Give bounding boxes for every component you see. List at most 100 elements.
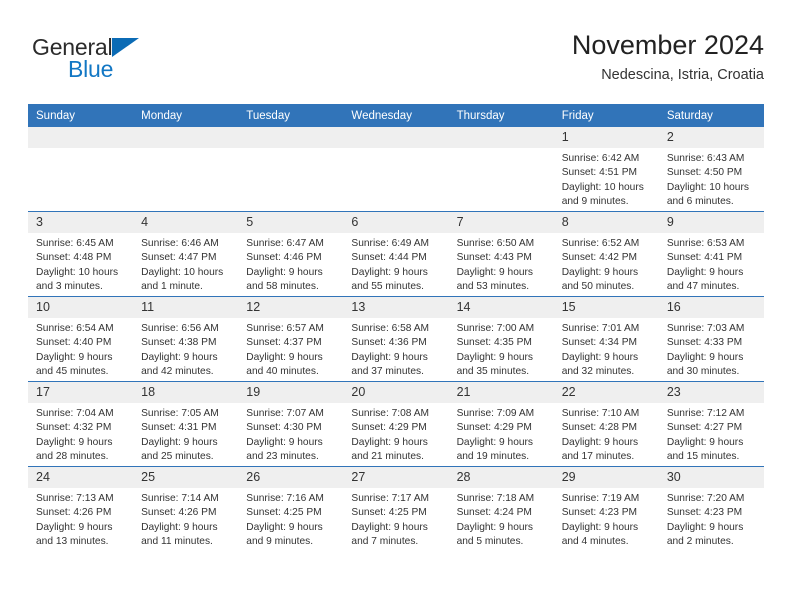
- day-cell[interactable]: 17 Sunrise: 7:04 AM Sunset: 4:32 PM Dayl…: [28, 381, 134, 467]
- day-details: Sunrise: 7:00 AM Sunset: 4:35 PM Dayligh…: [449, 318, 554, 380]
- day-cell[interactable]: 27 Sunrise: 7:17 AM Sunset: 4:25 PM Dayl…: [343, 466, 449, 551]
- sunset-text: Sunset: 4:29 PM: [351, 422, 427, 434]
- daylight-text-line1: Daylight: 10 hours: [666, 181, 749, 193]
- sunrise-text: Sunrise: 7:00 AM: [456, 323, 535, 334]
- daylight-text-line2: and 5 minutes.: [456, 536, 524, 548]
- day-cell[interactable]: 6 Sunrise: 6:49 AM Sunset: 4:44 PM Dayli…: [343, 211, 449, 297]
- day-number: 11: [133, 297, 239, 318]
- day-cell[interactable]: [238, 127, 344, 212]
- day-cell[interactable]: 7 Sunrise: 6:50 AM Sunset: 4:43 PM Dayli…: [448, 211, 554, 297]
- day-number: 26: [238, 467, 344, 488]
- day-number: 8: [553, 212, 659, 233]
- daylight-text-line2: and 25 minutes.: [141, 451, 214, 463]
- day-number: [28, 127, 134, 148]
- day-cell[interactable]: 18 Sunrise: 7:05 AM Sunset: 4:31 PM Dayl…: [133, 381, 239, 467]
- sunrise-text: Sunrise: 7:17 AM: [351, 493, 430, 504]
- day-number: 5: [238, 212, 344, 233]
- daylight-text-line2: and 32 minutes.: [561, 366, 635, 378]
- sunrise-text: Sunrise: 6:54 AM: [36, 323, 114, 334]
- sunset-text: Sunset: 4:36 PM: [351, 337, 427, 349]
- sunrise-text: Sunrise: 6:42 AM: [561, 153, 640, 164]
- day-cell[interactable]: [133, 127, 239, 212]
- daylight-text-line2: and 45 minutes.: [36, 366, 109, 378]
- day-cell[interactable]: 4 Sunrise: 6:46 AM Sunset: 4:47 PM Dayli…: [133, 211, 239, 297]
- weekday-header-friday: Friday: [553, 104, 659, 127]
- calendar-week-row: 3 Sunrise: 6:45 AM Sunset: 4:48 PM Dayli…: [28, 211, 764, 297]
- day-details: Sunrise: 7:19 AM Sunset: 4:23 PM Dayligh…: [554, 488, 659, 550]
- day-cell[interactable]: 26 Sunrise: 7:16 AM Sunset: 4:25 PM Dayl…: [238, 466, 344, 551]
- day-cell[interactable]: [448, 127, 554, 212]
- day-number: [448, 127, 554, 148]
- daylight-text-line1: Daylight: 9 hours: [561, 521, 639, 533]
- day-cell[interactable]: 12 Sunrise: 6:57 AM Sunset: 4:37 PM Dayl…: [238, 296, 344, 382]
- page-title: November 2024: [571, 30, 764, 60]
- day-cell[interactable]: 10 Sunrise: 6:54 AM Sunset: 4:40 PM Dayl…: [28, 296, 134, 382]
- daylight-text-line1: Daylight: 9 hours: [456, 351, 534, 363]
- sunrise-text: Sunrise: 7:10 AM: [561, 408, 640, 419]
- daylight-text-line2: and 21 minutes.: [351, 451, 424, 463]
- day-cell[interactable]: 28 Sunrise: 7:18 AM Sunset: 4:24 PM Dayl…: [448, 466, 554, 551]
- sunrise-text: Sunrise: 7:13 AM: [36, 493, 114, 504]
- sunrise-text: Sunrise: 7:01 AM: [561, 323, 640, 334]
- day-details: [449, 148, 554, 152]
- day-details: Sunrise: 6:52 AM Sunset: 4:42 PM Dayligh…: [554, 233, 659, 295]
- day-cell[interactable]: 2 Sunrise: 6:43 AM Sunset: 4:50 PM Dayli…: [658, 127, 764, 212]
- sunrise-text: Sunrise: 7:16 AM: [246, 493, 324, 504]
- weekday-header-sunday: Sunday: [28, 104, 134, 127]
- day-cell[interactable]: 30 Sunrise: 7:20 AM Sunset: 4:23 PM Dayl…: [658, 466, 764, 551]
- day-cell[interactable]: 5 Sunrise: 6:47 AM Sunset: 4:46 PM Dayli…: [238, 211, 344, 297]
- daylight-text-line2: and 53 minutes.: [456, 281, 530, 293]
- calendar-week-row: 24 Sunrise: 7:13 AM Sunset: 4:26 PM Dayl…: [28, 466, 764, 551]
- day-cell[interactable]: 9 Sunrise: 6:53 AM Sunset: 4:41 PM Dayli…: [658, 211, 764, 297]
- day-number: 24: [28, 467, 134, 488]
- daylight-text-line2: and 1 minute.: [141, 281, 203, 293]
- day-cell[interactable]: 16 Sunrise: 7:03 AM Sunset: 4:33 PM Dayl…: [658, 296, 764, 382]
- day-cell[interactable]: [28, 127, 134, 212]
- daylight-text-line2: and 19 minutes.: [456, 451, 530, 463]
- day-details: Sunrise: 7:14 AM Sunset: 4:26 PM Dayligh…: [133, 488, 238, 550]
- day-number: 18: [133, 382, 239, 403]
- sunset-text: Sunset: 4:23 PM: [561, 507, 638, 519]
- day-details: Sunrise: 7:17 AM Sunset: 4:25 PM Dayligh…: [343, 488, 448, 550]
- day-details: Sunrise: 6:53 AM Sunset: 4:41 PM Dayligh…: [659, 233, 764, 295]
- day-cell[interactable]: 29 Sunrise: 7:19 AM Sunset: 4:23 PM Dayl…: [553, 466, 659, 551]
- day-cell[interactable]: 15 Sunrise: 7:01 AM Sunset: 4:34 PM Dayl…: [553, 296, 659, 382]
- page-header: General Blue November 2024 Nedescina, Is…: [28, 28, 764, 90]
- day-cell[interactable]: 19 Sunrise: 7:07 AM Sunset: 4:30 PM Dayl…: [238, 381, 344, 467]
- day-details: Sunrise: 7:08 AM Sunset: 4:29 PM Dayligh…: [343, 403, 448, 465]
- day-cell[interactable]: 14 Sunrise: 7:00 AM Sunset: 4:35 PM Dayl…: [448, 296, 554, 382]
- daylight-text-line2: and 11 minutes.: [141, 536, 213, 548]
- sunrise-text: Sunrise: 6:57 AM: [246, 323, 324, 334]
- day-cell[interactable]: 8 Sunrise: 6:52 AM Sunset: 4:42 PM Dayli…: [553, 211, 659, 297]
- weekday-header-tuesday: Tuesday: [238, 104, 344, 127]
- day-cell[interactable]: 24 Sunrise: 7:13 AM Sunset: 4:26 PM Dayl…: [28, 466, 134, 551]
- day-cell[interactable]: 1 Sunrise: 6:42 AM Sunset: 4:51 PM Dayli…: [553, 127, 659, 212]
- day-details: Sunrise: 7:20 AM Sunset: 4:23 PM Dayligh…: [659, 488, 764, 550]
- sunset-text: Sunset: 4:33 PM: [666, 337, 743, 349]
- day-details: [28, 148, 133, 152]
- sunset-text: Sunset: 4:25 PM: [246, 507, 322, 519]
- day-number: 28: [448, 467, 554, 488]
- day-cell[interactable]: 13 Sunrise: 6:58 AM Sunset: 4:36 PM Dayl…: [343, 296, 449, 382]
- daylight-text-line2: and 35 minutes.: [456, 366, 530, 378]
- day-details: Sunrise: 7:13 AM Sunset: 4:26 PM Dayligh…: [28, 488, 133, 550]
- daylight-text-line1: Daylight: 9 hours: [351, 521, 428, 533]
- day-cell[interactable]: [343, 127, 449, 212]
- day-number: 30: [658, 467, 764, 488]
- day-details: Sunrise: 7:03 AM Sunset: 4:33 PM Dayligh…: [659, 318, 764, 380]
- day-cell[interactable]: 22 Sunrise: 7:10 AM Sunset: 4:28 PM Dayl…: [553, 381, 659, 467]
- day-cell[interactable]: 3 Sunrise: 6:45 AM Sunset: 4:48 PM Dayli…: [28, 211, 134, 297]
- day-number: 16: [658, 297, 764, 318]
- day-cell[interactable]: 25 Sunrise: 7:14 AM Sunset: 4:26 PM Dayl…: [133, 466, 239, 551]
- daylight-text-line2: and 4 minutes.: [561, 536, 629, 548]
- daylight-text-line1: Daylight: 9 hours: [351, 266, 428, 278]
- daylight-text-line1: Daylight: 9 hours: [456, 266, 534, 278]
- daylight-text-line1: Daylight: 9 hours: [141, 521, 218, 533]
- sunrise-text: Sunrise: 6:50 AM: [456, 238, 535, 249]
- day-number: 7: [448, 212, 554, 233]
- day-cell[interactable]: 11 Sunrise: 6:56 AM Sunset: 4:38 PM Dayl…: [133, 296, 239, 382]
- day-cell[interactable]: 20 Sunrise: 7:08 AM Sunset: 4:29 PM Dayl…: [343, 381, 449, 467]
- day-cell[interactable]: 21 Sunrise: 7:09 AM Sunset: 4:29 PM Dayl…: [448, 381, 554, 467]
- day-cell[interactable]: 23 Sunrise: 7:12 AM Sunset: 4:27 PM Dayl…: [658, 381, 764, 467]
- day-details: Sunrise: 6:42 AM Sunset: 4:51 PM Dayligh…: [554, 148, 659, 210]
